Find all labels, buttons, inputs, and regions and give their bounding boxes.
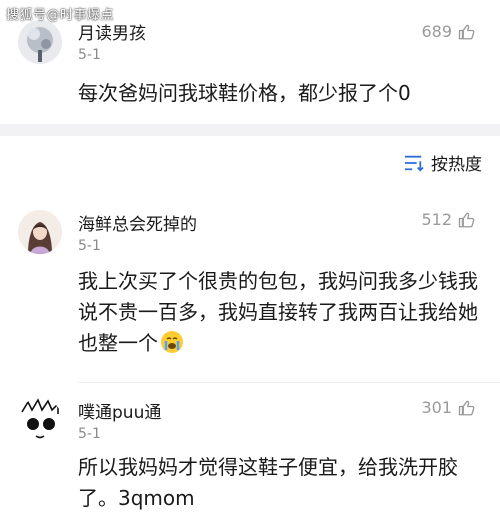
crying-emoji-icon <box>161 331 183 353</box>
like-button[interactable]: 512 <box>421 210 476 229</box>
section-separator <box>0 124 500 136</box>
avatar[interactable] <box>18 20 62 64</box>
sort-label: 按热度 <box>431 155 482 175</box>
comment-item: 海鲜总会死掉的 5-1 512 我上次买了个很贵的包包，我妈问我多少钱我说不贵一… <box>0 196 500 382</box>
like-button[interactable]: 689 <box>421 22 476 41</box>
comment-text: 所以我妈妈才觉得这鞋子便宜，给我洗开胶了。3qmom <box>78 455 458 510</box>
like-count: 689 <box>421 22 452 41</box>
comment-date: 5-1 <box>78 426 101 442</box>
comment-date: 5-1 <box>78 238 101 254</box>
watermark: 搜狐号@时事爆点 <box>6 8 115 23</box>
comment-item: 噗通puu通 5-1 301 所以我妈妈才觉得这鞋子便宜，给我洗开胶了。3qmo… <box>0 390 500 524</box>
like-count: 512 <box>421 210 452 229</box>
avatar[interactable] <box>18 398 62 442</box>
thumbs-up-icon <box>458 24 475 39</box>
comment-text: 我上次买了个很贵的包包，我妈问我多少钱我说不贵一百多，我妈直接转了我两百让我给她… <box>78 266 482 359</box>
avatar-image <box>18 398 62 442</box>
comment-date: 5-1 <box>78 47 101 63</box>
avatar[interactable] <box>18 210 62 254</box>
sort-by-hot-button[interactable]: 按热度 <box>403 150 482 175</box>
comment-text: 每次爸妈问我球鞋价格，都少报了个0 <box>78 81 411 105</box>
username[interactable]: 噗通puu通 <box>78 398 161 423</box>
avatar-image <box>18 210 62 254</box>
avatar-image <box>18 20 62 64</box>
divider <box>78 382 500 383</box>
thumbs-up-icon <box>458 400 475 415</box>
thumbs-up-icon <box>458 212 475 227</box>
like-button[interactable]: 301 <box>421 398 476 417</box>
sort-icon <box>405 155 424 171</box>
username[interactable]: 海鲜总会死掉的 <box>78 210 197 235</box>
comment-text-content: 我上次买了个很贵的包包，我妈问我多少钱我说不贵一百多，我妈直接转了我两百让我给她… <box>78 269 478 355</box>
like-count: 301 <box>421 398 452 417</box>
